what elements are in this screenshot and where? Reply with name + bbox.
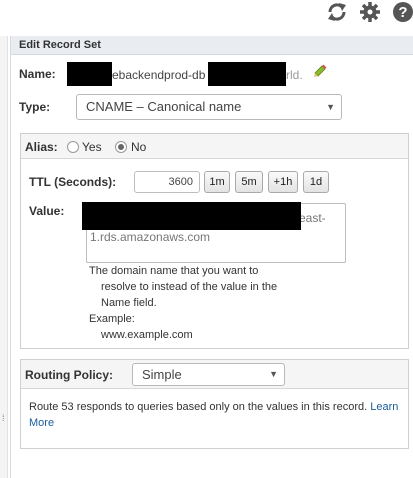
routing-description-text: Route 53 responds to queries based only … — [29, 401, 368, 413]
routing-policy-select[interactable]: Simple ▼ — [132, 363, 285, 386]
routing-description: Route 53 responds to queries based only … — [29, 401, 398, 413]
routing-policy-box: Routing Policy: Simple ▼ Route 53 respon… — [20, 359, 409, 449]
help-line-2: resolve to instead of the value in the — [101, 281, 278, 293]
name-redaction-1 — [67, 62, 112, 86]
chevron-down-icon: ▼ — [326, 102, 335, 112]
type-select[interactable]: CNAME – Canonical name ▼ — [76, 94, 342, 120]
alias-yes-radio[interactable] — [67, 141, 79, 153]
name-visible-suffix: rld. — [286, 68, 303, 82]
record-settings-box: Alias: Yes No TTL (Seconds): 3600 1m 5m … — [20, 133, 409, 349]
help-example-value: www.example.com — [101, 329, 193, 341]
panel-title: Edit Record Set — [19, 39, 101, 51]
splitter-grip-icon[interactable]: ⁞ — [2, 413, 5, 423]
routing-policy-value: Simple — [142, 367, 182, 382]
ttl-input[interactable]: 3600 — [134, 171, 200, 193]
refresh-icon[interactable] — [325, 0, 349, 24]
alias-yes-label[interactable]: Yes — [82, 140, 102, 154]
resize-splitter[interactable] — [0, 36, 8, 478]
name-label: Name: — [19, 67, 56, 81]
ttl-label: TTL (Seconds): — [29, 175, 117, 189]
help-icon[interactable]: ? — [391, 0, 413, 24]
type-select-value: CNAME – Canonical name — [86, 99, 242, 114]
ttl-1m-button[interactable]: 1m — [204, 171, 230, 193]
ttl-5m-button[interactable]: 5m — [235, 171, 263, 193]
value-label: Value: — [29, 204, 65, 218]
value-redaction — [82, 202, 301, 230]
ttl-1d-button[interactable]: 1d — [303, 171, 329, 193]
help-example-label: Example: — [89, 313, 135, 325]
type-label: Type: — [19, 100, 51, 114]
learn-more-link-line2[interactable]: More — [29, 417, 54, 429]
panel-header: Edit Record Set — [11, 36, 413, 55]
ttl-plus-1h-button[interactable]: +1h — [268, 171, 298, 193]
routing-policy-row: Routing Policy: Simple ▼ — [21, 360, 408, 389]
value-line1-visible: east- — [299, 211, 326, 225]
alias-no-radio[interactable] — [115, 141, 127, 153]
alias-no-label[interactable]: No — [131, 140, 146, 154]
name-redaction-2 — [208, 62, 286, 86]
svg-text:?: ? — [398, 4, 407, 21]
value-line2: 1.rds.amazonaws.com — [90, 230, 211, 244]
name-visible-middle: ebackendprod-db — [112, 68, 206, 82]
help-line-1: The domain name that you want to — [89, 265, 259, 277]
alias-row: Alias: Yes No — [21, 134, 408, 159]
routing-policy-label: Routing Policy: — [25, 368, 113, 382]
edit-record-set-panel: Edit Record Set Name: ebackendprod-db rl… — [10, 36, 413, 478]
top-toolbar: ? — [0, 0, 413, 30]
pencil-icon[interactable] — [313, 64, 327, 81]
help-line-3: Name field. — [101, 297, 157, 309]
chevron-down-icon: ▼ — [269, 369, 278, 379]
gear-icon[interactable] — [358, 0, 382, 24]
learn-more-link[interactable]: Learn — [370, 401, 398, 413]
alias-label: Alias: — [25, 140, 58, 154]
